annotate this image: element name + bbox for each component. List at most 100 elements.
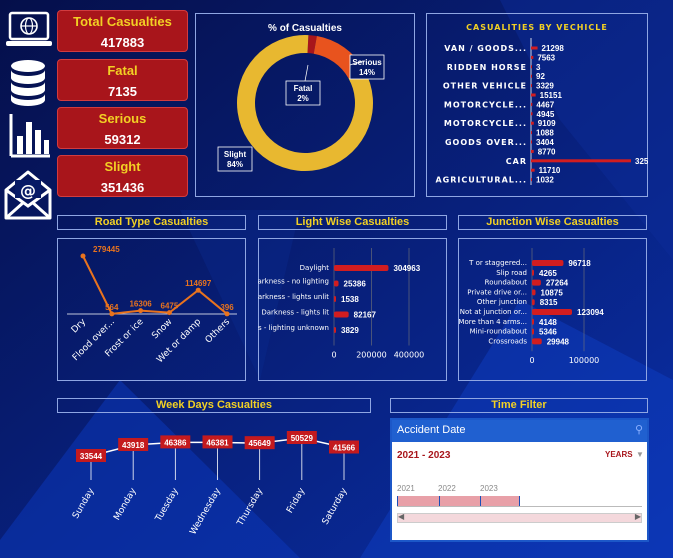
road-type-value: 396 [220, 303, 234, 312]
bar[interactable] [532, 328, 534, 335]
vehicle-bar[interactable] [531, 112, 533, 116]
bar[interactable] [334, 327, 336, 333]
scroll-right-icon[interactable]: ▶ [635, 512, 641, 521]
weekday-label: Friday [285, 486, 308, 515]
bar-chart-icon [9, 114, 50, 158]
vehicle-value: 1088 [536, 129, 554, 138]
slicer-field-label: Accident Date [397, 424, 466, 436]
vehicle-value: 92 [536, 72, 545, 81]
vehicle-bar[interactable] [531, 121, 534, 125]
vehicle-bar[interactable] [531, 93, 536, 97]
slice-label: Serious [352, 58, 382, 67]
email-icon: @ [4, 170, 52, 220]
vehicle-bar[interactable] [531, 65, 532, 69]
bar-value: 82167 [354, 311, 377, 320]
vehicle-label: MOTORCYCLE... [444, 119, 527, 128]
road-type-point[interactable] [224, 311, 230, 317]
bar[interactable] [532, 260, 564, 266]
road-type-category: Dry [70, 317, 89, 336]
kpi-label: Fatal [107, 63, 138, 78]
year-tick: 2021 [397, 484, 415, 493]
kpi-value: 351436 [100, 180, 145, 195]
slice-label: Slight [224, 150, 247, 159]
vehicle-value: 3 [536, 63, 541, 72]
kpi-serious: Serious 59312 [57, 107, 188, 149]
bar[interactable] [532, 299, 535, 306]
bar-value: 5346 [539, 328, 557, 337]
globe-laptop-icon [6, 11, 52, 46]
kpi-value: 59312 [104, 132, 141, 147]
vehicle-bar[interactable] [531, 168, 535, 172]
weekday-label: Wednesday [188, 486, 223, 537]
category-label: Darkness - lighting unknown [258, 324, 329, 332]
scroll-left-icon[interactable]: ◀ [398, 512, 404, 521]
vehicle-bar[interactable] [531, 159, 631, 163]
road-type-point[interactable] [80, 253, 86, 259]
light-title: Light Wise Casualties [258, 215, 447, 230]
bar-value: 96718 [568, 259, 591, 268]
vehicle-bar[interactable] [531, 55, 534, 59]
kpi-value: 417883 [100, 35, 145, 50]
weekday-label: Monday [112, 486, 139, 522]
weekday-label: Saturday [321, 486, 350, 527]
vehicle-value: 3404 [536, 138, 554, 147]
bar-value: 8315 [540, 298, 558, 307]
timeline-scrollbar[interactable]: ◀ ▶ [397, 512, 642, 523]
road-type-point[interactable] [195, 287, 201, 293]
clear-filter-icon[interactable]: ⚲ [635, 423, 643, 436]
bar[interactable] [532, 269, 534, 276]
road-type-point[interactable] [109, 311, 115, 317]
vehicle-bar[interactable] [531, 149, 534, 153]
vehicle-value: 8770 [538, 147, 556, 156]
road-type-value: 6475 [161, 302, 179, 311]
timeline-selection[interactable] [397, 496, 520, 506]
road-type-line-chart: 279445Dry564Flood over...16306Frost or i… [67, 245, 237, 365]
vehicle-label: MOTORCYCLE... [444, 100, 527, 109]
bar[interactable] [532, 289, 536, 296]
category-label: Mini-roundabout [470, 328, 528, 336]
vehicle-bar[interactable] [531, 74, 532, 78]
vehicle-bar[interactable] [531, 102, 533, 106]
kpi-fatal: Fatal 7135 [57, 59, 188, 101]
category-label: Private drive or... [467, 288, 527, 296]
category-label: Not at junction or... [460, 308, 527, 316]
weekday-label: Thursday [235, 486, 265, 529]
vehicle-label: GOODS OVER... [445, 138, 527, 147]
granularity-dropdown[interactable]: YEARS [605, 450, 633, 459]
vehicle-bar[interactable] [531, 46, 538, 50]
bar[interactable] [334, 296, 336, 302]
bar[interactable] [532, 309, 573, 315]
x-tick-label: 100000 [569, 356, 600, 365]
bar[interactable] [334, 311, 349, 318]
bar[interactable] [334, 280, 339, 287]
timeline-axis [397, 506, 642, 507]
road-type-title: Road Type Casualties [57, 215, 246, 230]
road-type-point[interactable] [166, 310, 172, 316]
vehicle-value: 21298 [542, 44, 565, 53]
bar[interactable] [532, 318, 534, 325]
bar[interactable] [532, 279, 541, 286]
database-icon [11, 60, 45, 106]
weekdays-title: Week Days Casualties [57, 398, 371, 413]
vehicle-bar[interactable] [531, 178, 532, 182]
road-type-value: 279445 [93, 245, 120, 254]
chart-title: CASUALITIES BY VECHICLE [466, 23, 608, 32]
road-type-point[interactable] [138, 308, 144, 314]
chevron-down-icon[interactable]: ▼ [636, 450, 644, 459]
year-tick: 2023 [480, 484, 498, 493]
date-slicer[interactable]: Accident Date ⚲ 2021 - 2023 YEARS ▼ 2021… [390, 418, 649, 542]
vehicle-value: 4467 [536, 100, 554, 109]
road-type-category: Snow [150, 317, 174, 341]
slice-percent: 84% [227, 160, 243, 169]
svg-text:@: @ [20, 181, 36, 200]
vehicle-bar[interactable] [531, 140, 533, 144]
category-label: Roundabout [485, 279, 528, 287]
year-tick: 2022 [438, 484, 456, 493]
bar[interactable] [532, 338, 542, 345]
vehicle-bar[interactable] [531, 131, 532, 135]
road-type-category: Others [204, 317, 233, 346]
bar[interactable] [334, 265, 389, 271]
x-tick-label: 0 [331, 351, 336, 360]
vehicle-bar[interactable] [531, 84, 533, 88]
vehicle-value: 1032 [536, 176, 554, 185]
